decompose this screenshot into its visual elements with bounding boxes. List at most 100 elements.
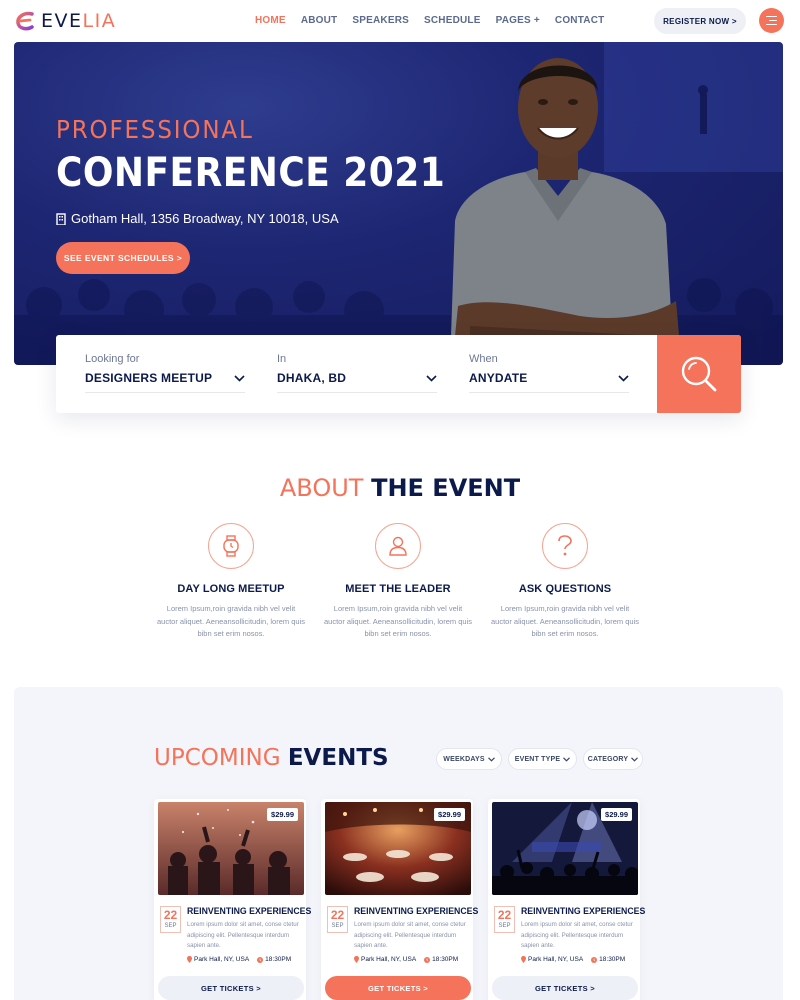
hero-location-text: Gotham Hall, 1356 Broadway, NY 10018, US… [71,211,339,226]
event-description: Lorem ipsum dolor sit amet, conse ctetur… [187,921,299,949]
events-title-part2: EVENTS [287,745,389,771]
hamburger-line [766,23,777,26]
feature-title: DAY LONG MEETUP [177,583,285,595]
about-title-part2: THE EVENT [371,474,521,502]
event-image: $29.99 [158,802,304,895]
get-tickets-button[interactable]: GET TICKETS > [492,976,638,1000]
watch-icon [223,535,239,557]
about-title-part1: ABOUT [279,474,364,502]
nav-item-schedule[interactable]: SCHEDULE [424,15,481,26]
event-time: 18:30PM [432,956,459,963]
select-value: DHAKA, BD [277,371,347,385]
event-date-badge: 22 SEP [494,906,515,933]
clock-icon [257,956,264,963]
event-meta: Park Hall, NY, USA 18:30PM [354,956,458,963]
see-event-schedules-button[interactable]: SEE EVENT SCHEDULES > [56,242,190,274]
event-month: SEP [331,923,344,929]
price-badge: $29.99 [267,808,298,821]
event-description: Lorem ipsum dolor sit amet, conse ctetur… [521,921,633,949]
clock-icon [591,956,598,963]
search-label: When [469,353,498,365]
nav-item-about[interactable]: ABOUT [301,15,338,26]
nav-item-speakers[interactable]: SPEAKERS [352,15,409,26]
event-month: SEP [164,923,177,929]
event-date-badge: 22 SEP [327,906,348,933]
price-badge: $29.99 [434,808,465,821]
feature-icon-circle [208,523,254,569]
logo-icon [16,11,34,31]
search-icon [681,356,717,392]
site-header: EVELIA HOME ABOUT SPEAKERS SCHEDULE PAGE… [0,0,800,42]
events-title-part1: UPCOMING [154,745,281,771]
hero-title: CONFERENCE 2021 [56,150,446,196]
event-card[interactable]: $29.99 22 SEP REINVENTING EXPERIENCES Lo… [154,799,311,1000]
filter-label: WEEKDAYS [443,755,485,763]
nav-item-home[interactable]: HOME [255,15,286,26]
event-location: Park Hall, NY, USA [194,956,250,963]
location-pin-icon [521,956,526,963]
feature-icon-circle [542,523,588,569]
feature-title: MEET THE LEADER [345,583,451,595]
price-badge: $29.99 [601,808,632,821]
chevron-down-icon [426,374,437,382]
hamburger-menu-button[interactable] [759,8,784,33]
hamburger-line [766,15,777,18]
search-button[interactable] [657,335,741,413]
location-pin-icon [187,956,192,963]
feature-description: Lorem Ipsum,roin gravida nibh vel velit … [490,604,639,638]
event-card[interactable]: $29.99 22 SEP REINVENTING EXPERIENCES Lo… [488,799,645,1000]
event-location: Park Hall, NY, USA [361,956,417,963]
event-month: SEP [498,923,511,929]
nav-item-pages[interactable]: PAGES + [496,15,540,26]
clock-icon [424,956,431,963]
event-day: 22 [497,908,512,922]
event-image: $29.99 [492,802,638,895]
chevron-down-icon [234,374,245,382]
filter-category-dropdown[interactable]: CATEGORY [583,748,643,770]
event-date-badge: 22 SEP [160,906,181,933]
logo[interactable]: EVELIA [14,9,116,33]
select-value: ANYDATE [469,371,528,385]
select-value: DESIGNERS MEETUP [85,371,213,385]
search-label: In [277,353,287,365]
about-section-title: ABOUT THE EVENT [0,474,800,502]
event-title[interactable]: REINVENTING EXPERIENCES [521,906,645,917]
get-tickets-button[interactable]: GET TICKETS > [325,976,471,1000]
filter-weekdays-dropdown[interactable]: WEEKDAYS [436,748,502,770]
location-select[interactable]: DHAKA, BD [277,371,437,393]
event-time: 18:30PM [265,956,292,963]
event-day: 22 [163,908,178,922]
question-icon [558,535,572,556]
logo-text-part1: EVE [41,10,83,32]
event-title[interactable]: REINVENTING EXPERIENCES [354,906,478,917]
feature-icon-circle [375,523,421,569]
filter-label: CATEGORY [587,755,629,763]
date-select[interactable]: ANYDATE [469,371,629,393]
nav-item-contact[interactable]: CONTACT [555,15,605,26]
search-field-when: When ANYDATE [469,353,629,393]
feature-day-long-meetup: DAY LONG MEETUP Lorem Ipsum,roin gravida… [141,523,321,641]
search-label: Looking for [85,353,140,365]
upcoming-events-title: UPCOMING EVENTS [154,745,389,771]
feature-title: ASK QUESTIONS [518,583,612,595]
building-icon [56,212,66,225]
event-title[interactable]: REINVENTING EXPERIENCES [187,906,311,917]
chevron-down-icon [563,756,571,762]
event-search-bar: Looking for DESIGNERS MEETUP In DHAKA, B… [56,335,741,413]
logo-text-part2: LIA [82,10,117,32]
get-tickets-button[interactable]: GET TICKETS > [158,976,304,1000]
filter-label: EVENT TYPE [514,755,561,763]
feature-ask-questions: ASK QUESTIONS Lorem Ipsum,roin gravida n… [475,523,655,641]
feature-meet-the-leader: MEET THE LEADER Lorem Ipsum,roin gravida… [308,523,488,641]
event-image: $29.99 [325,802,471,895]
event-card[interactable]: $29.99 22 SEP REINVENTING EXPERIENCES Lo… [321,799,478,1000]
search-field-in: In DHAKA, BD [277,353,437,393]
event-time: 18:30PM [599,956,626,963]
event-meta: Park Hall, NY, USA 18:30PM [187,956,291,963]
register-now-button[interactable]: REGISTER NOW > [654,8,746,34]
filter-event-type-dropdown[interactable]: EVENT TYPE [508,748,577,770]
chevron-down-icon [631,756,639,762]
hero-location: Gotham Hall, 1356 Broadway, NY 10018, US… [56,211,339,226]
looking-for-select[interactable]: DESIGNERS MEETUP [85,371,245,393]
main-nav: HOME ABOUT SPEAKERS SCHEDULE PAGES + CON… [255,15,604,26]
